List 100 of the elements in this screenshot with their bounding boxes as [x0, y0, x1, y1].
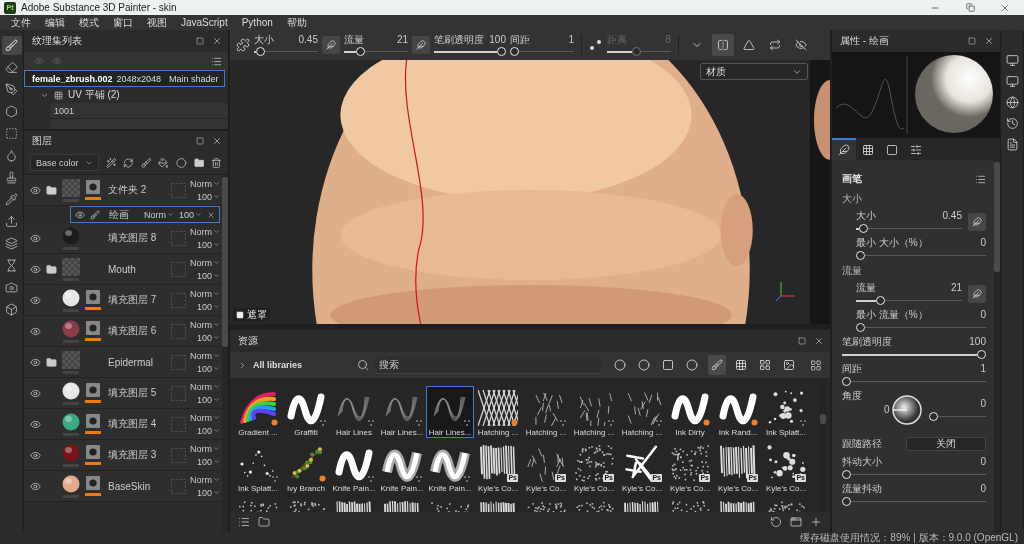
asset-tile[interactable]: Ivy Branch	[282, 442, 330, 494]
asset-tile[interactable]: Hair Lines...	[426, 386, 474, 438]
group-label: 流量	[842, 264, 863, 278]
asset-tile[interactable]: Hatching ...	[474, 386, 522, 438]
slider-value: 100	[969, 336, 986, 348]
blend-mode-dropdown[interactable]: Norm	[190, 178, 220, 189]
shader-name: Main shader	[169, 73, 219, 84]
resolution-text: 2048x2048	[116, 73, 162, 84]
menu-item[interactable]: JavaScript	[174, 15, 235, 30]
asset-tile[interactable]: Ink Rand...	[714, 386, 762, 438]
layer-name: 填充图层 7	[107, 293, 158, 307]
texture-set-row[interactable]: female_zbrush.002 2048x2048 Main shader	[24, 70, 225, 87]
material-dropdown[interactable]: 材质	[700, 63, 808, 80]
asset-tile[interactable]: Knife Pain...	[426, 442, 474, 494]
layer-name: 填充图层 8	[107, 231, 158, 245]
blend-mode-dropdown[interactable]: Norm	[190, 443, 220, 454]
blend-mode-dropdown[interactable]: Norm	[190, 226, 220, 237]
menu-item[interactable]: 窗口	[106, 15, 140, 30]
opacity-dropdown[interactable]: 100	[196, 270, 220, 281]
slider-label: 间距	[510, 34, 530, 45]
menu-item[interactable]: 编辑	[38, 15, 72, 30]
opacity-dropdown[interactable]: 100	[196, 301, 220, 312]
opacity-dropdown[interactable]: 100	[196, 394, 220, 405]
layer-name: 填充图层 4	[107, 417, 158, 431]
status-text: 缓存磁盘使用情况：89% | 版本：9.0.0 (OpenGL)	[800, 532, 1018, 544]
slider-label: 流量	[856, 282, 876, 294]
slider-label: 间距	[842, 363, 862, 375]
uv-group-label: UV 平铺 (2)	[68, 88, 120, 102]
menu-item[interactable]: 文件	[4, 15, 38, 30]
texture-set-name: female_zbrush.002	[32, 73, 113, 84]
slider-label: 最小 流量（%）	[856, 309, 928, 321]
asset-tile[interactable]: Hatching ...	[522, 386, 570, 438]
panel-title: 纹理集列表	[32, 34, 83, 48]
opacity-dropdown[interactable]: 100	[196, 239, 220, 250]
blend-mode-dropdown[interactable]: Norm	[190, 350, 220, 361]
blend-mode-dropdown[interactable]: Norm	[143, 209, 174, 220]
menu-item[interactable]: 模式	[72, 15, 106, 30]
channel-dropdown[interactable]: Base color	[30, 154, 99, 171]
slider-value: 21	[396, 34, 408, 45]
slider-label: 笔刷透明度	[842, 336, 892, 348]
slider-value: 0	[980, 456, 986, 468]
search-field[interactable]: 搜索	[374, 356, 601, 374]
opacity-dropdown[interactable]: 100	[196, 487, 220, 498]
layer-name: 填充图层 5	[107, 386, 158, 400]
asset-tile[interactable]: Knife Pain...	[330, 442, 378, 494]
opacity-dropdown[interactable]: 100	[196, 332, 220, 343]
menu-item[interactable]: 帮助	[279, 15, 314, 30]
window-title: Adobe Substance 3D Painter - skin	[21, 2, 178, 13]
slider-value: 0	[980, 237, 986, 249]
slider-value: 0.45	[298, 34, 318, 45]
opacity-dropdown[interactable]: 100	[196, 363, 220, 374]
section-title: 画笔	[842, 172, 862, 186]
slider-label: 最小 大小（%）	[856, 237, 928, 249]
slider-value: 21	[950, 282, 962, 294]
layer-name: 文件夹 2	[107, 183, 148, 197]
layer-name: BaseSkin	[107, 480, 152, 492]
asset-tile[interactable]: Ink Dirty	[666, 386, 714, 438]
layer-name: Mouth	[107, 263, 137, 275]
slider-value: 0.45	[942, 210, 962, 222]
layer-name: 填充图层 3	[107, 448, 158, 462]
asset-tile[interactable]: Gradient ...	[234, 386, 282, 438]
asset-tile[interactable]: Hatching ...	[618, 386, 666, 438]
asset-tile[interactable]: Ink Splatt...	[762, 386, 810, 438]
group-label: 大小	[842, 192, 863, 206]
dial-value: 0	[884, 404, 890, 416]
opacity-dropdown[interactable]: 100	[196, 191, 220, 202]
blend-mode-dropdown[interactable]: Norm	[190, 288, 220, 299]
blend-mode-dropdown[interactable]: Norm	[190, 319, 220, 330]
asset-tile[interactable]: Ink Splatt...	[234, 442, 282, 494]
asset-tile[interactable]: Hatching ...	[570, 386, 618, 438]
slider-value: 0	[980, 309, 986, 321]
menu-item[interactable]: 视图	[140, 15, 174, 30]
panel-title: 图层	[32, 134, 53, 148]
asset-tile[interactable]: Knife Pain...	[378, 442, 426, 494]
asset-tile[interactable]: Hair Lines...	[378, 386, 426, 438]
mask-toggle[interactable]: 遮罩	[233, 308, 270, 321]
follow-path-button[interactable]: 关闭	[906, 437, 986, 451]
blend-mode-dropdown[interactable]: Norm	[190, 381, 220, 392]
layer-name: 填充图层 6	[107, 324, 158, 338]
slider-value: 0	[980, 398, 986, 410]
opacity-dropdown[interactable]: 100	[196, 456, 220, 467]
blend-mode-dropdown[interactable]: Norm	[190, 412, 220, 423]
slider-label: 流量	[344, 34, 364, 45]
layer-name: Epidermal	[107, 356, 155, 368]
opacity-dropdown[interactable]: 100	[178, 209, 202, 220]
blend-mode-dropdown[interactable]: Norm	[190, 474, 220, 485]
opacity-dropdown[interactable]: 100	[196, 425, 220, 436]
menu-item[interactable]: Python	[234, 15, 280, 30]
blend-mode-dropdown[interactable]: Norm	[190, 257, 220, 268]
layer-row[interactable]: 绘画 Norm 100	[70, 206, 220, 223]
asset-tile[interactable]: Graffiti	[282, 386, 330, 438]
slider-value: 1	[980, 363, 986, 375]
library-selector[interactable]: All libraries	[238, 360, 347, 370]
slider-value: 1	[568, 34, 574, 45]
panel-title: 资源	[238, 334, 259, 348]
uv-tile-row[interactable]: 1001	[50, 103, 228, 119]
slider-label: 跟随路径	[842, 438, 882, 450]
asset-tile[interactable]: Hair Lines	[330, 386, 378, 438]
slider-value: 0	[980, 483, 986, 495]
slider-label: 大小	[856, 210, 876, 222]
